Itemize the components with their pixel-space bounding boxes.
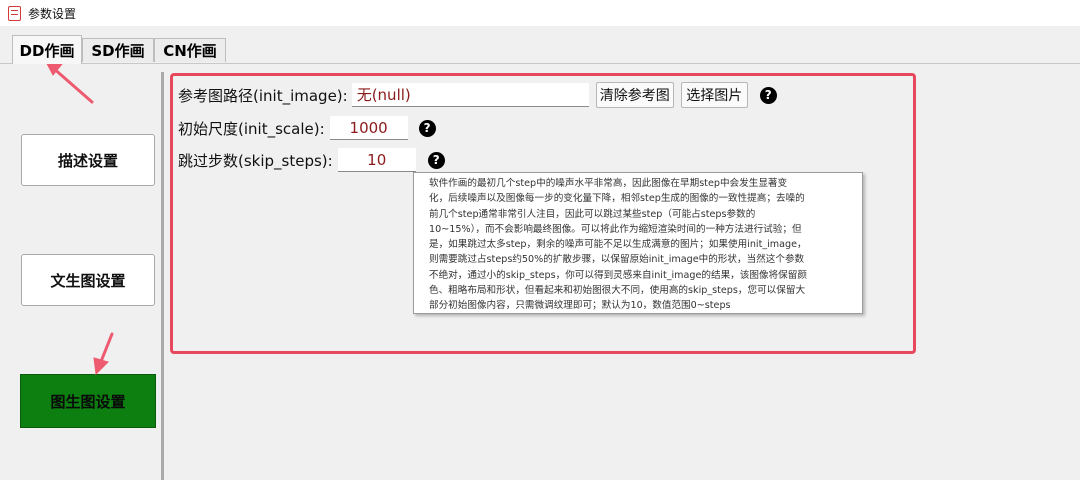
skip-steps-input[interactable]	[337, 148, 416, 172]
help-icon[interactable]: ?	[759, 86, 777, 104]
skip-steps-label: 跳过步数(skip_steps):	[178, 151, 333, 170]
tab-bar: DD作画 SD作画 CN作画	[0, 26, 1080, 64]
init-image-label: 参考图路径(init_image):	[178, 86, 348, 105]
help-icon[interactable]: ?	[418, 119, 436, 137]
app-icon	[8, 5, 21, 21]
nav-txt2img-settings[interactable]: 文生图设置	[21, 254, 155, 306]
vertical-divider	[161, 72, 164, 480]
help-icon[interactable]: ?	[427, 151, 445, 169]
title-bar: 参数设置	[0, 0, 1080, 26]
tooltip-line: 不绝对，通过小的skip_steps，你可以得到灵感来自init_image的结…	[429, 269, 807, 281]
annotation-arrow-nav	[93, 332, 114, 376]
tab-divider	[0, 63, 1080, 64]
nav-prompt-settings[interactable]: 描述设置	[21, 134, 155, 186]
window-title: 参数设置	[28, 6, 77, 21]
tab-sd[interactable]: SD作画	[82, 38, 154, 62]
init-image-input[interactable]	[351, 83, 589, 107]
init-image-row: 参考图路径(init_image): 清除参考图 选择图片 ?	[178, 82, 777, 108]
init-scale-label: 初始尺度(init_scale):	[178, 119, 325, 138]
clear-reference-button[interactable]: 清除参考图	[595, 82, 674, 108]
tooltip-line: 前几个step通常非常引人注目，因此可以跳过某些step（可能占steps参数的	[429, 208, 756, 220]
tooltip-line: 则需要跳过占steps约50%的扩散步骤，以保留原始init_image中的形状…	[429, 254, 805, 266]
tooltip-line: 软件作画的最初几个step中的噪声水平非常高，因此图像在早期step中会发生显著…	[429, 178, 788, 189]
tooltip-line: 化，后续噪声以及图像每一步的变化量下降，相邻step生成的图像的一致性提高；去噪…	[429, 193, 805, 205]
init-scale-input[interactable]	[329, 116, 408, 140]
tab-cn[interactable]: CN作画	[154, 38, 226, 62]
tooltip-line: 是，如果跳过太多step，剩余的噪声可能不足以生成满意的图片；如果使用init_…	[429, 239, 807, 251]
select-image-button[interactable]: 选择图片	[680, 82, 748, 108]
tab-dd[interactable]: DD作画	[12, 35, 82, 64]
nav-img2img-settings[interactable]: 图生图设置	[20, 374, 156, 428]
tooltip-line: 10~15%），而不会影响最终图像。可以将此作为缩短渲染时间的一种方法进行试验；…	[429, 223, 802, 235]
tooltip-line: 色、粗略布局和形状，但看起来和初始图很大不同，使用高的skip_steps，您可…	[429, 285, 806, 297]
skip-steps-row: 跳过步数(skip_steps): ?	[178, 148, 445, 172]
annotation-arrow-tab	[42, 57, 94, 104]
skip-steps-tooltip: 软件作画的最初几个step中的噪声水平非常高，因此图像在早期step中会发生显著…	[413, 172, 863, 314]
tooltip-line: 部分初始图像内容，只需微调纹理即可；默认为10，数值范围0~steps	[429, 300, 731, 312]
init-scale-row: 初始尺度(init_scale): ?	[178, 116, 436, 140]
